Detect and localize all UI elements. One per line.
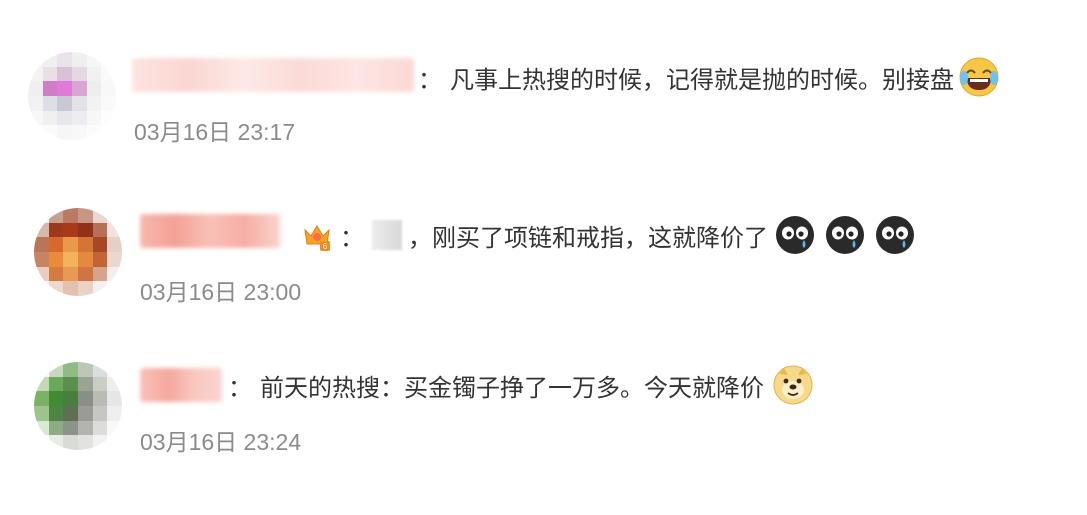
comment-separator: ： [228, 373, 252, 402]
comment-separator: ： [418, 65, 442, 94]
username[interactable] [132, 58, 414, 92]
comment-line: ： 凡事上热搜的时候，记得就是抛的时候。别接盘 [418, 56, 1000, 98]
crying-face-emoji-icon [776, 216, 814, 254]
laughing-tears-emoji-icon [959, 57, 999, 97]
comment-separator: ： [340, 223, 364, 252]
username[interactable] [140, 368, 222, 402]
avatar[interactable] [34, 208, 122, 296]
comment-line: 6 ： ， 刚买了项链和戒指，这就降价了 [290, 212, 916, 258]
username[interactable] [140, 214, 280, 248]
crying-face-emoji-icon [826, 216, 864, 254]
comment-line: ： 前天的热搜：买金镯子挣了一万多。今天就降价 [228, 364, 814, 406]
crying-face-emoji-icon [876, 216, 914, 254]
comment-time: 03月16日 23:00 [140, 279, 302, 305]
comment-time: 03月16日 23:17 [134, 119, 296, 145]
comment-text: 前天的热搜：买金镯子挣了一万多。今天就降价 [260, 373, 764, 402]
embedded-image-thumbnail[interactable] [372, 220, 402, 250]
svg-text:6: 6 [323, 242, 328, 251]
avatar[interactable] [34, 362, 122, 450]
comment-prefix: ， [408, 223, 432, 252]
comment-text: 凡事上热搜的时候，记得就是抛的时候。别接盘 [450, 65, 954, 94]
doge-emoji-icon [773, 365, 813, 405]
comment-text: 刚买了项链和戒指，这就降价了 [432, 223, 768, 252]
crown-badge-icon[interactable]: 6 [300, 218, 334, 252]
avatar[interactable] [28, 52, 116, 140]
comment-time: 03月16日 23:24 [140, 429, 302, 455]
